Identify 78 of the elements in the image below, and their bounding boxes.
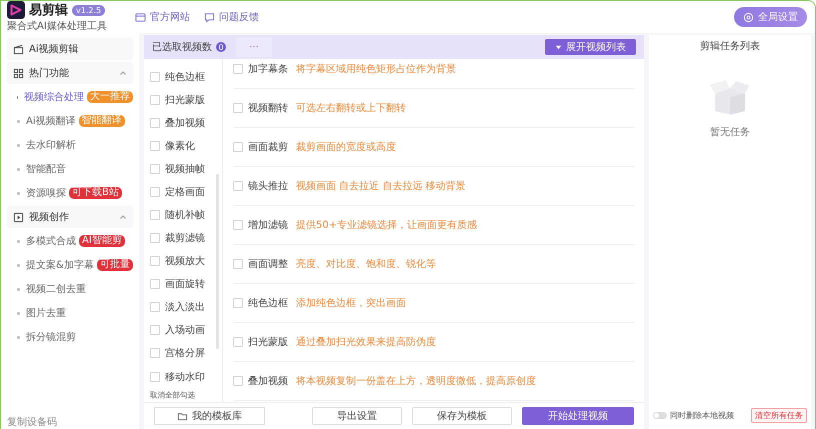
nav-link[interactable]: 官方网站 xyxy=(135,10,190,24)
video-play-icon xyxy=(13,212,24,222)
clapperboard-icon xyxy=(13,44,24,54)
effect-checkbox[interactable]: 视频翻转 xyxy=(233,101,288,115)
sidebar-item[interactable]: Ai视频翻译 智能翻译 xyxy=(7,109,133,133)
effect-checkbox[interactable]: 画面调整 xyxy=(233,257,288,271)
sidebar-item[interactable]: 视频二创去重 xyxy=(7,277,133,301)
option-checkbox[interactable]: 淡入淡出 xyxy=(150,296,222,319)
effect-description: 提供50+专业滤镜选择，让画面更有质感 xyxy=(296,218,478,232)
copy-device-code-link[interactable]: 复制设备码 xyxy=(7,415,133,429)
count-badge: 0 xyxy=(216,42,226,52)
grid-icon xyxy=(13,68,24,78)
option-checkbox[interactable]: 视频抽帧 xyxy=(150,157,222,180)
effect-description: 添加纯色边框，突出画面 xyxy=(296,296,406,310)
sidebar-item[interactable]: 资源嗅探 可下载B站 xyxy=(7,181,133,205)
effect-checkbox[interactable]: 叠加视频 xyxy=(233,374,288,388)
tag: AI智能剪 xyxy=(79,235,125,247)
tag: 智能翻译 xyxy=(78,115,125,127)
selected-count-label: 已选取视频数 xyxy=(152,40,212,54)
folder-icon xyxy=(177,410,188,422)
sidebar-item[interactable]: 图片去重 xyxy=(7,301,133,325)
app-subtitle: 聚合式AI媒体处理工具 xyxy=(7,20,108,33)
sidebar-item[interactable]: 拆分镜混剪 xyxy=(7,325,133,349)
tag: 可批量 xyxy=(96,259,133,271)
nav-link[interactable]: 问题反馈 xyxy=(204,10,259,24)
sidebar-item[interactable]: Ai视频剪辑 xyxy=(7,38,133,60)
sidebar-item[interactable]: 视频综合处理 大一推荐 xyxy=(7,85,133,109)
tag: 可下载B站 xyxy=(69,187,122,199)
option-checkbox[interactable]: 定格画面 xyxy=(150,180,222,204)
sidebar-group[interactable]: 热门功能 xyxy=(7,62,133,84)
option-checkbox[interactable]: 画面旋转 xyxy=(150,272,222,296)
sidebar-group[interactable]: 视频创作 xyxy=(7,206,133,228)
effect-description: 将本视频复制一份盖在上方，透明度微低，提高原创度 xyxy=(296,374,536,388)
effect-description: 裁剪画面的宽度或高度 xyxy=(296,140,396,154)
version-badge: v1.2.5 xyxy=(72,4,106,16)
option-checkbox[interactable]: 入场动画 xyxy=(150,318,222,342)
browser-window-icon xyxy=(135,12,146,22)
empty-state-text: 暂无任务 xyxy=(710,126,750,139)
effect-description: 将字幕区域用纯色矩形占位作为背景 xyxy=(296,62,456,76)
effect-description: 视频画面 自去拉近 自去拉远 移动背景 xyxy=(296,180,466,193)
option-checkbox[interactable]: 宫格分屏 xyxy=(150,342,222,366)
option-checkbox[interactable]: 裁剪滤镜 xyxy=(150,226,222,250)
task-list-title: 剪辑任务列表 xyxy=(700,40,760,53)
option-checkbox[interactable]: 扫光蒙版 xyxy=(150,88,222,112)
sidebar-item[interactable]: 提文案&加字幕 可批量 xyxy=(7,253,133,277)
effect-checkbox[interactable]: 镜头推拉 xyxy=(233,179,288,193)
option-checkbox[interactable]: 纯色边框 xyxy=(150,65,222,88)
expand-video-list-button[interactable]: 展开视频列表 xyxy=(545,39,636,55)
action-button[interactable]: 保存为模板 xyxy=(412,407,512,425)
sidebar-item[interactable]: 智能配音 xyxy=(7,157,133,181)
effect-checkbox[interactable]: 加字幕条 xyxy=(233,62,288,76)
sidebar-item[interactable]: 多模式合成 AI智能剪 xyxy=(7,229,133,253)
effect-checkbox[interactable]: 纯色边框 xyxy=(233,296,288,310)
tag: 大一推荐 xyxy=(87,91,133,103)
clear-tasks-button[interactable]: 清空所有任务 xyxy=(751,408,807,423)
sidebar-item[interactable]: 去水印解析 xyxy=(7,133,133,157)
option-checkbox[interactable]: 随机补帧 xyxy=(150,203,222,227)
template-library-button[interactable]: 我的模板库 xyxy=(154,407,265,425)
app-logo-icon xyxy=(7,1,25,19)
effect-checkbox[interactable]: 画面裁剪 xyxy=(233,140,288,154)
effect-description: 可选左右翻转或上下翻转 xyxy=(296,102,406,115)
effect-description: 亮度、对比度、饱和度、锐化等 xyxy=(296,258,436,271)
option-checkbox[interactable]: 视频放大 xyxy=(150,250,222,273)
action-button[interactable]: 导出设置 xyxy=(312,407,402,425)
caret-icon xyxy=(119,69,127,77)
delete-local-toggle[interactable]: 同时删除本地视频 xyxy=(653,410,734,421)
option-checkbox[interactable]: 移动水印 xyxy=(150,365,222,388)
action-button[interactable]: 开始处理视频 xyxy=(522,407,634,425)
option-checkbox[interactable]: 像素化 xyxy=(150,134,222,158)
effect-checkbox[interactable]: 增加滤镜 xyxy=(233,218,288,232)
chat-bubble-icon xyxy=(204,12,215,22)
triangle-down-icon xyxy=(555,44,562,50)
settings-icon xyxy=(743,12,754,22)
effect-checkbox[interactable]: 扫光蒙版 xyxy=(233,335,288,349)
caret-icon xyxy=(119,213,127,221)
effect-description: 通过叠加扫光效果来提高防伪度 xyxy=(296,336,436,349)
option-checkbox[interactable]: 叠加视频 xyxy=(150,111,222,134)
app-name: 易剪辑 xyxy=(29,2,68,19)
